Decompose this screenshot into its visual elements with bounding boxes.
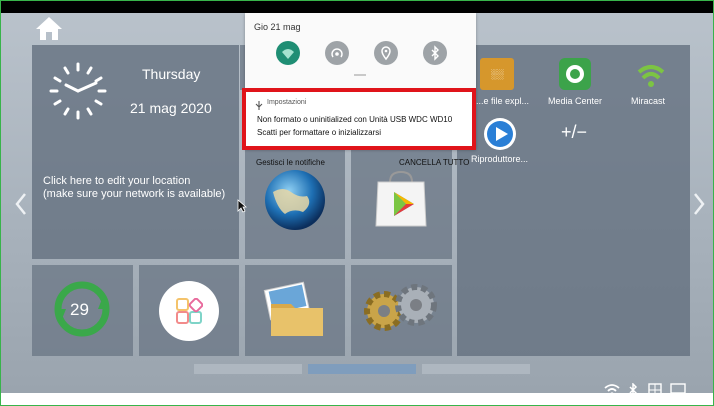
app-label-video-player: Riproduttore... xyxy=(471,154,529,164)
notification-app-name: Impostazioni xyxy=(267,99,307,106)
video-player-icon[interactable] xyxy=(483,117,517,156)
home-icon[interactable] xyxy=(34,15,64,46)
chevron-right-icon[interactable] xyxy=(692,192,706,221)
mouse-cursor-icon xyxy=(237,199,248,218)
app-label-file-explorer: ...e file expl... xyxy=(476,96,530,106)
wifi-toggle-icon[interactable] xyxy=(276,41,300,65)
clear-all-button[interactable]: CANCELLA TUTTO xyxy=(399,158,469,167)
file-explorer-icon[interactable]: ░░ xyxy=(480,58,514,90)
wifi-status-icon xyxy=(604,383,620,402)
gears-icon xyxy=(356,281,446,346)
location-line-2: (make sure your network is available) xyxy=(43,188,226,200)
location-line-1: Click here to edit your location xyxy=(43,175,191,187)
bluetooth-toggle-icon[interactable] xyxy=(423,41,447,65)
network-monitor-icon xyxy=(670,383,686,402)
analog-clock-icon xyxy=(48,61,108,126)
weekday-text: Thursday xyxy=(142,66,201,82)
location-prompt[interactable]: Click here to edit your location (make s… xyxy=(43,175,225,201)
shade-handle[interactable] xyxy=(354,74,366,76)
globe-icon xyxy=(263,168,327,237)
usb-storage-icon xyxy=(648,383,662,402)
chevron-left-icon[interactable] xyxy=(14,192,28,221)
manage-notifications-link[interactable]: Gestisci le notifiche xyxy=(256,158,325,167)
shade-date: Gio 21 mag xyxy=(254,22,301,32)
bluetooth-status-icon xyxy=(628,382,638,402)
page-indicator-3[interactable] xyxy=(422,364,530,374)
top-bar xyxy=(1,1,713,13)
usb-icon xyxy=(255,98,263,116)
notification-text: Scatti per formattare o inizializzarsi xyxy=(257,128,382,137)
add-remove-icon[interactable]: +/− xyxy=(561,122,587,143)
miracast-icon[interactable] xyxy=(636,60,666,95)
play-store-bag-icon xyxy=(370,168,432,235)
location-toggle-icon[interactable] xyxy=(374,41,398,65)
notification-title: Non formato o uninitialized con Unità US… xyxy=(257,115,453,124)
hotspot-toggle-icon[interactable] xyxy=(325,41,349,65)
date-text: 21 mag 2020 xyxy=(130,100,212,116)
page-indicator-2[interactable] xyxy=(308,364,416,374)
media-center-icon[interactable] xyxy=(559,58,591,90)
cleaner-value: 29 xyxy=(70,300,89,319)
app-label-media-center: Media Center xyxy=(548,96,603,106)
app-label-miracast: Miracast xyxy=(631,96,666,106)
page-indicator-1[interactable] xyxy=(194,364,302,374)
app-grid-icon xyxy=(176,297,204,330)
photo-folder-icon xyxy=(261,280,329,345)
